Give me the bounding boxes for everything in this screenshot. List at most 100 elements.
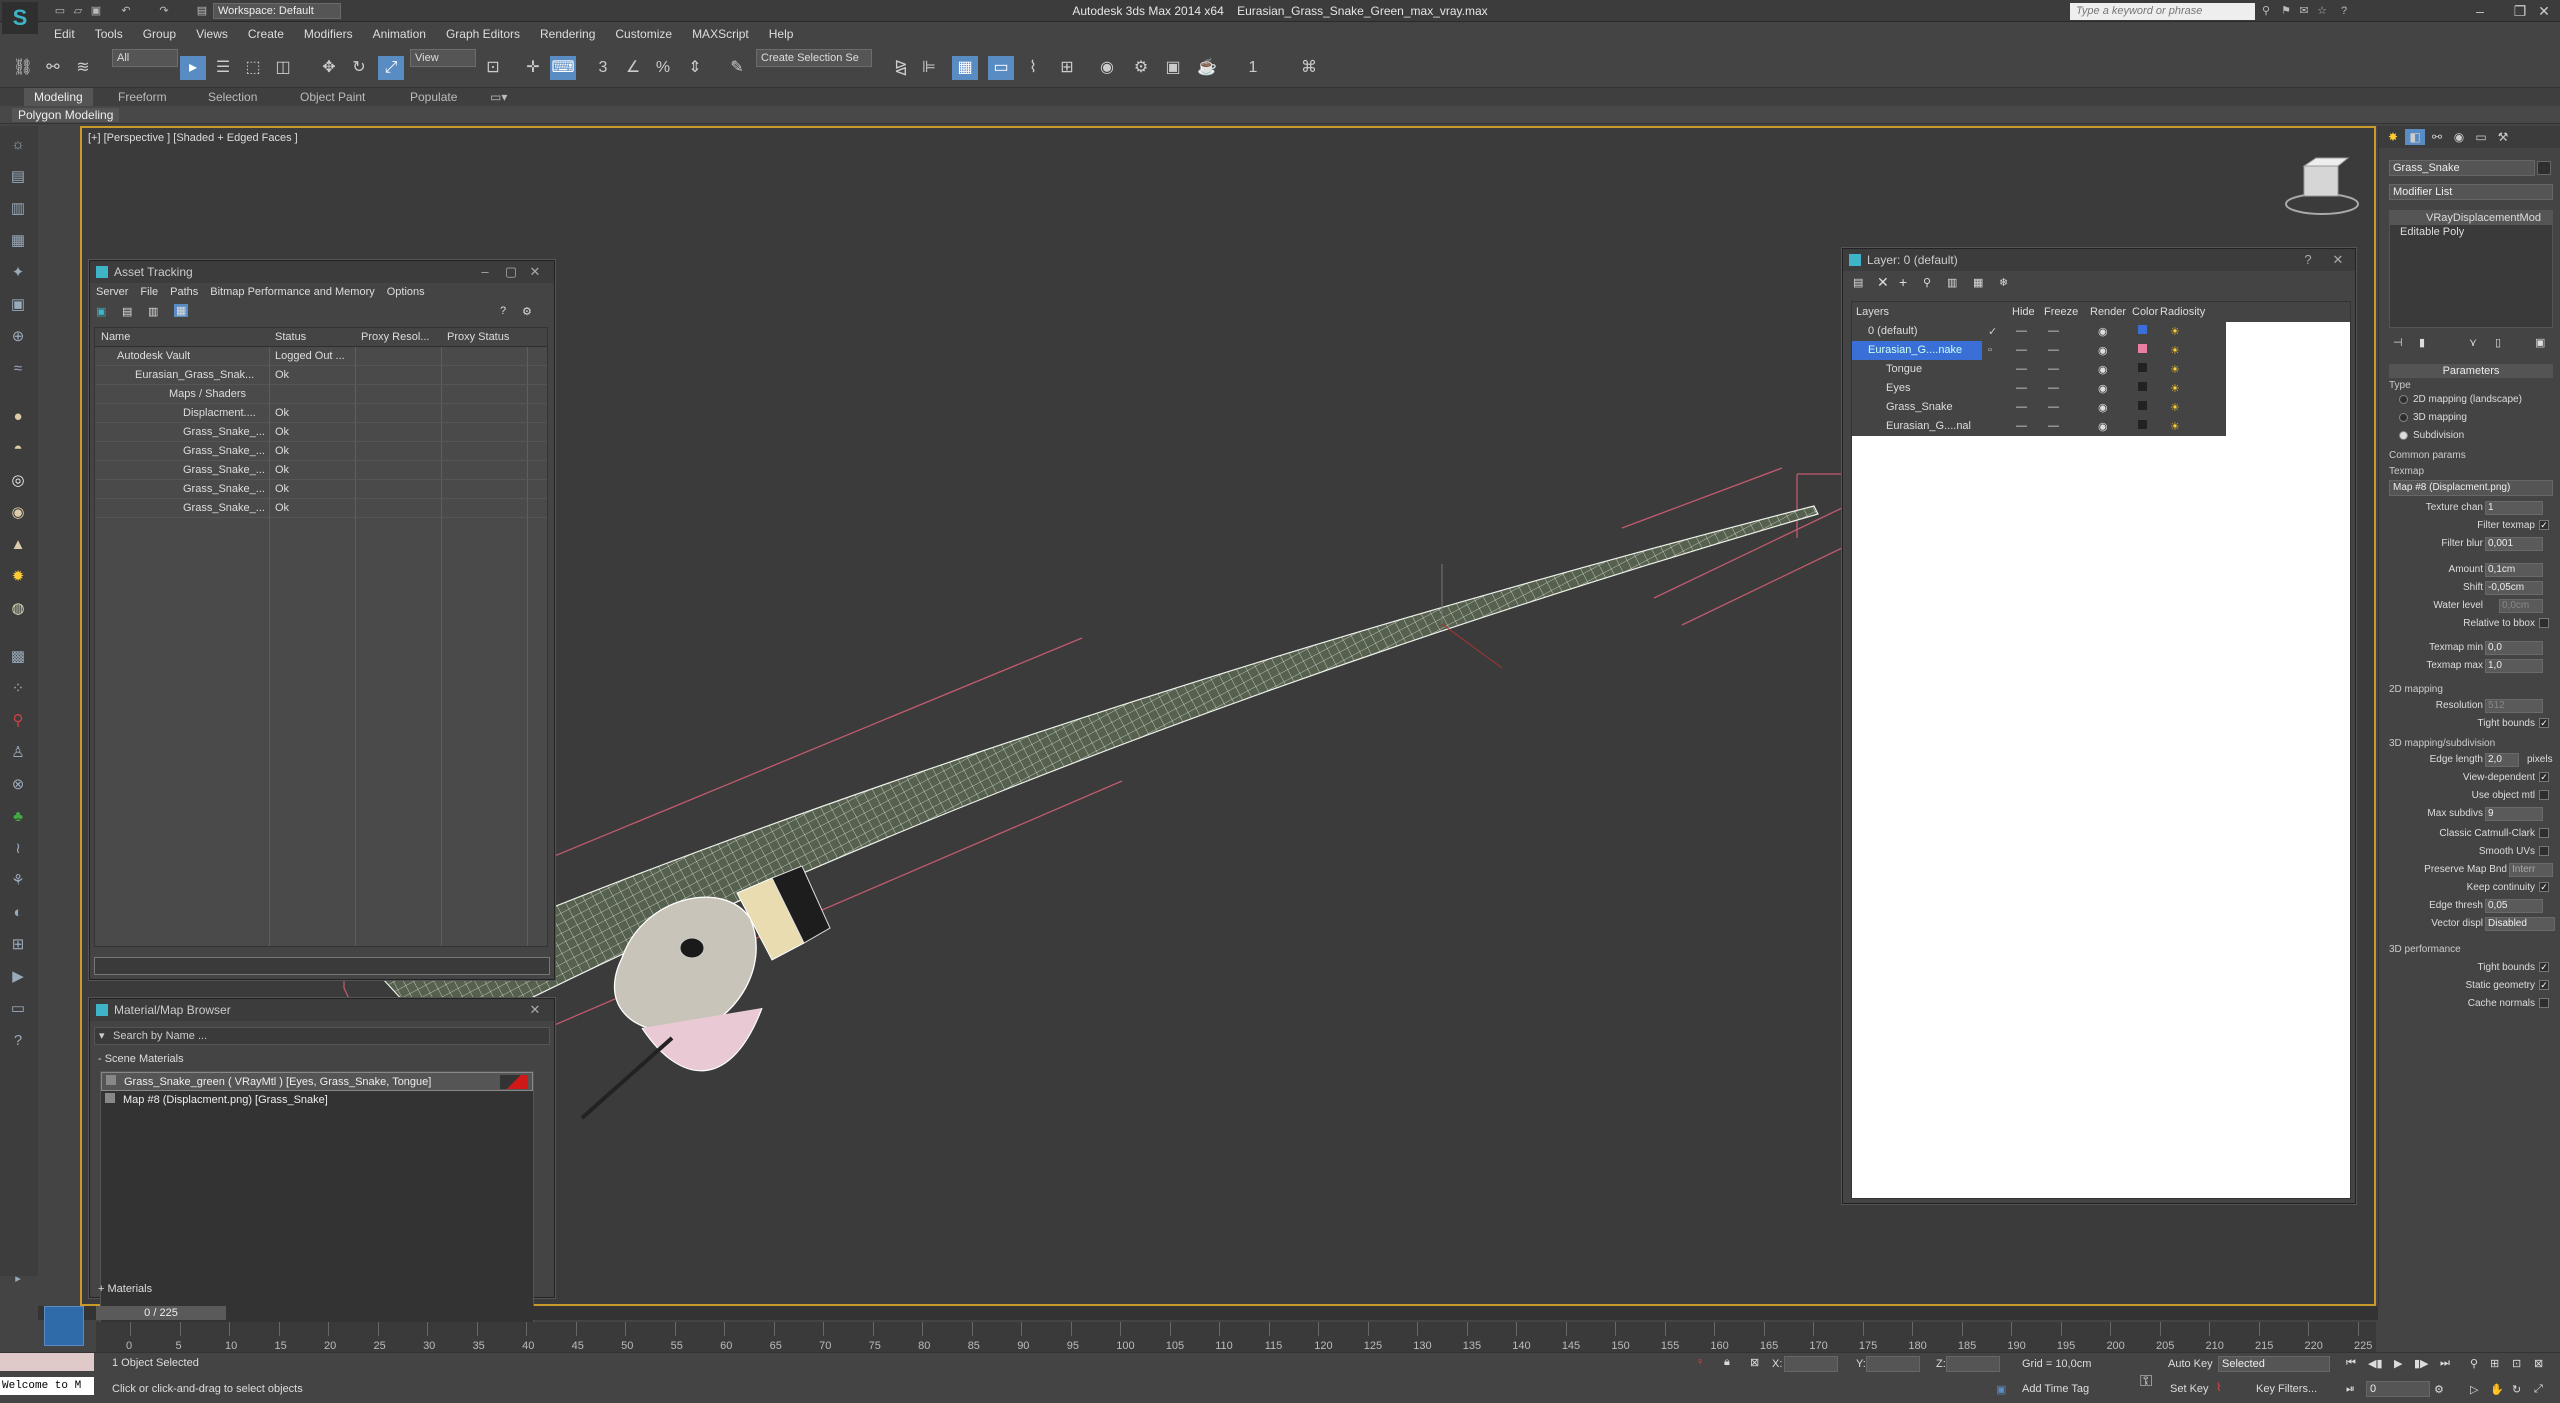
cloth-icon[interactable]: ⚘ bbox=[6, 870, 30, 892]
pin-stack-icon[interactable]: ⊣ bbox=[2393, 336, 2403, 349]
favorites-icon[interactable]: ☆ bbox=[2314, 3, 2330, 19]
timeline-ruler[interactable]: 0 5 10 15 20 25 30 35 40 45 50 55 60 65 70 75 80 85 90 95 10… bbox=[96, 1322, 2376, 1352]
select-by-name-icon[interactable]: ☰ bbox=[210, 56, 236, 80]
grid-icon[interactable]: ▩ bbox=[6, 646, 30, 668]
expand-arrow-icon[interactable]: ▸ bbox=[6, 1268, 30, 1290]
y-coordinate-field[interactable] bbox=[1866, 1356, 1920, 1372]
subscription-icon[interactable]: ⚑ bbox=[2278, 3, 2294, 19]
add-time-tag[interactable]: Add Time Tag bbox=[2022, 1383, 2089, 1395]
table-row[interactable]: Grass_Snake_... Ok bbox=[95, 480, 547, 499]
menu-create[interactable]: Create bbox=[238, 27, 294, 41]
type-subdivision[interactable]: Subdivision bbox=[2389, 428, 2557, 444]
help-icon[interactable]: ? bbox=[2336, 3, 2352, 19]
select-manipulate-icon[interactable]: ✛ bbox=[520, 56, 546, 80]
object-name-field[interactable]: Grass_Snake bbox=[2389, 160, 2535, 176]
biped-icon[interactable]: ♙ bbox=[6, 742, 30, 764]
texmap-max-spinner[interactable]: 1,0 bbox=[2485, 659, 2543, 673]
curve-editor-icon[interactable]: ⌇ bbox=[1020, 56, 1046, 80]
reference-coordinate-dropdown[interactable]: View bbox=[410, 49, 476, 67]
current-frame-field[interactable]: 0 bbox=[2366, 1381, 2430, 1397]
col-proxy-status[interactable]: Proxy Status bbox=[447, 331, 509, 343]
graphite-ribbon-icon[interactable]: ▭ bbox=[988, 56, 1014, 80]
layer-manager-icon[interactable]: ▦ bbox=[952, 56, 978, 80]
goto-end-icon[interactable]: ⏭ bbox=[2440, 1357, 2450, 1370]
close-icon[interactable]: ✕ bbox=[524, 999, 546, 1021]
layer-row[interactable]: Eyes — — ◉ ☀ bbox=[1852, 379, 2226, 398]
minimize-icon[interactable]: – bbox=[474, 261, 496, 283]
texmap-min-spinner[interactable]: 0,0 bbox=[2485, 641, 2543, 655]
shift-spinner[interactable]: -0,05cm bbox=[2485, 581, 2543, 595]
particle-icon[interactable]: ⁘ bbox=[6, 678, 30, 700]
menu-paths[interactable]: Paths bbox=[164, 286, 204, 298]
hide-all-icon[interactable]: ▦ bbox=[1973, 276, 1983, 289]
create-icon[interactable]: ☼ bbox=[6, 134, 30, 156]
object-color-swatch[interactable] bbox=[2537, 161, 2551, 175]
col-proxy-resolution[interactable]: Proxy Resol... bbox=[361, 331, 429, 343]
modifier-editable-poly[interactable]: Editable Poly bbox=[2390, 225, 2552, 239]
display-tab-icon[interactable]: ▭ bbox=[2471, 129, 2491, 145]
fov-icon[interactable]: ▷ bbox=[2470, 1383, 2478, 1396]
make-unique-icon[interactable]: ⋎ bbox=[2469, 336, 2477, 349]
snaps-toggle-icon[interactable]: 3 bbox=[590, 56, 616, 80]
material-editor-icon[interactable]: ◉ bbox=[1094, 56, 1120, 80]
cache-normals-row[interactable]: Cache normals bbox=[2389, 996, 2557, 1012]
pivot-icon[interactable]: ⊡ bbox=[480, 56, 506, 80]
menu-options[interactable]: Options bbox=[381, 286, 431, 298]
bind-spacewarp-icon[interactable]: ≋ bbox=[70, 56, 96, 80]
zoom-icon[interactable]: ⚲ bbox=[2470, 1357, 2478, 1370]
container-icon[interactable]: ▦ bbox=[6, 230, 30, 252]
material-search-input[interactable]: ▾ Search by Name ... bbox=[94, 1027, 550, 1045]
mini-curve-editor-icon[interactable] bbox=[44, 1306, 84, 1346]
edge-thresh-spinner[interactable]: 0,05 bbox=[2485, 899, 2543, 913]
select-object-icon[interactable]: ▸ bbox=[180, 56, 206, 80]
classic-catmull-row[interactable]: Classic Catmull-Clark bbox=[2389, 826, 2557, 842]
menu-tools[interactable]: Tools bbox=[85, 27, 133, 41]
zoom-extents-all-icon[interactable]: ⊠ bbox=[2534, 1357, 2543, 1370]
col-status[interactable]: Status bbox=[275, 331, 306, 343]
table-row[interactable]: Grass_Snake_... Ok bbox=[95, 423, 547, 442]
tab-selection[interactable]: Selection bbox=[208, 88, 257, 106]
menu-edit[interactable]: Edit bbox=[44, 27, 85, 41]
table-row[interactable]: Grass_Snake_... Ok bbox=[95, 442, 547, 461]
menu-rendering[interactable]: Rendering bbox=[530, 27, 605, 41]
table-row[interactable]: Displacment.... Ok bbox=[95, 404, 547, 423]
vray-icon[interactable]: ⌘ bbox=[1296, 56, 1322, 80]
lock-selection-icon[interactable]: 🔒︎ bbox=[1724, 1356, 1730, 1369]
render-production-icon[interactable]: ☕ bbox=[1194, 56, 1220, 80]
menu-bitmap-performance[interactable]: Bitmap Performance and Memory bbox=[204, 286, 380, 298]
type-2d-mapping[interactable]: 2D mapping (landscape) bbox=[2389, 392, 2557, 408]
view-dependent-row[interactable]: View-dependent ✓ bbox=[2389, 770, 2557, 786]
key-filter-icon[interactable]: ⌇ bbox=[2216, 1381, 2221, 1394]
teapot-icon[interactable]: ◓ bbox=[6, 438, 30, 460]
mirror-icon[interactable]: ⧎ bbox=[888, 56, 914, 80]
col-name[interactable]: Name bbox=[101, 331, 130, 343]
select-objects-icon[interactable]: ⚲ bbox=[1923, 276, 1931, 289]
camera-icon[interactable]: ▣ bbox=[6, 294, 30, 316]
unlink-icon[interactable]: ⚯ bbox=[40, 56, 66, 80]
menu-views[interactable]: Views bbox=[186, 27, 238, 41]
key-mode-toggle-icon[interactable]: ⏯ bbox=[2346, 1383, 2355, 1396]
sun-icon[interactable]: ✹ bbox=[6, 566, 30, 588]
minimize-icon[interactable]: – bbox=[2460, 2, 2500, 20]
key-mode-dropdown[interactable]: Selected bbox=[2218, 1356, 2330, 1372]
menu-server[interactable]: Server bbox=[90, 286, 134, 298]
select-and-link-icon[interactable]: ⛓ bbox=[10, 56, 36, 80]
globe-icon[interactable]: ⊗ bbox=[6, 774, 30, 796]
menu-animation[interactable]: Animation bbox=[363, 27, 436, 41]
show-end-result-icon[interactable]: ▮ bbox=[2419, 336, 2425, 349]
create-layer-icon[interactable]: ▤ bbox=[1853, 276, 1863, 289]
configure-sets-icon[interactable]: ▣ bbox=[2535, 336, 2545, 349]
parameters-rollout[interactable]: Parameters bbox=[2389, 364, 2553, 378]
schematic-view-icon[interactable]: ⊞ bbox=[1054, 56, 1080, 80]
render-setup-icon[interactable]: ⚙ bbox=[1128, 56, 1154, 80]
search-input[interactable]: Type a keyword or phrase bbox=[2070, 3, 2255, 20]
col-layers[interactable]: Layers bbox=[1856, 306, 1889, 318]
refresh-icon[interactable]: ▣ bbox=[96, 305, 106, 318]
zoom-extents-icon[interactable]: ⊡ bbox=[2512, 1357, 2521, 1370]
sphere-icon[interactable]: ● bbox=[6, 406, 30, 428]
key-icon[interactable]: ⚿ bbox=[2140, 1373, 2152, 1391]
modify-tab-icon[interactable]: ◧ bbox=[2405, 129, 2425, 145]
previous-frame-icon[interactable]: ◀▮ bbox=[2368, 1357, 2383, 1370]
keyboard-shortcut-icon[interactable]: ⌨ bbox=[550, 56, 576, 80]
edit-named-selection-icon[interactable]: ✎ bbox=[724, 56, 750, 80]
